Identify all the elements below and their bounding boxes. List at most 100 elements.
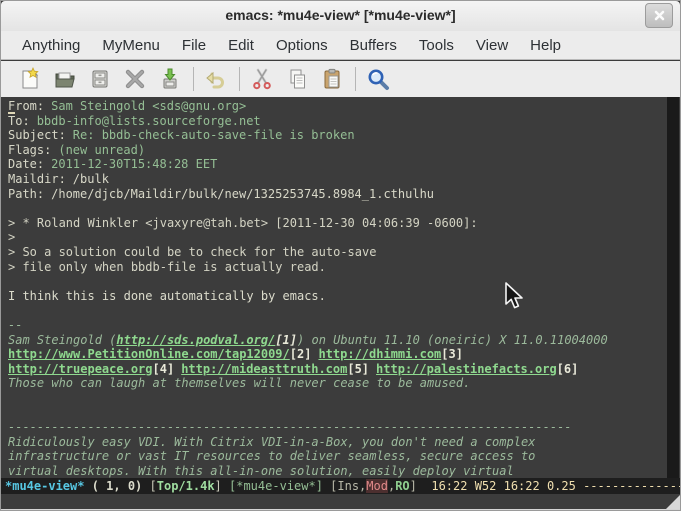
header-to: To: bbdb-info@lists.sourceforge.net: [8, 114, 660, 129]
title-bar: emacs: *mu4e-view* [*mu4e-view*]: [1, 1, 680, 32]
quoted-line: >: [8, 230, 660, 245]
header-label: Maildir:: [8, 172, 66, 186]
sig-text: Sam Steingold (: [8, 333, 116, 347]
undo-icon: [204, 67, 228, 91]
link-ref: [5]: [347, 362, 369, 376]
toolbar-separator: [239, 67, 240, 91]
header-value: 2011-12-30T15:48:28 EET: [51, 157, 217, 171]
search-icon: [366, 67, 391, 92]
header-value: /bulk: [73, 172, 109, 186]
cut-button[interactable]: [247, 65, 277, 93]
footer-line: infrastructure or vast IT resources to d…: [8, 449, 660, 464]
link-ref: [2]: [290, 347, 312, 361]
modeline-bracket: [: [150, 479, 157, 493]
close-buffer-icon: [123, 67, 147, 91]
resize-grip-icon[interactable]: [666, 495, 680, 509]
undo-button[interactable]: [201, 65, 231, 93]
blank-line: [8, 201, 660, 216]
modeline-buffer-name: *mu4e-view*: [5, 479, 84, 493]
signature-links-line: http://www.PetitionOnline.com/tap12009/[…: [8, 347, 660, 362]
quoted-line: > So a solution could be to check for th…: [8, 245, 660, 260]
header-subject: Subject:Re: bbdb-check-auto-save-file is…: [8, 128, 660, 143]
new-file-icon: [18, 67, 42, 91]
link-mideasttruth[interactable]: http://mideasttruth.com: [181, 362, 347, 376]
header-label: From:: [8, 99, 44, 113]
link-ref: [1]: [275, 333, 297, 347]
header-maildir: Maildir: /bulk: [8, 172, 660, 187]
toolbar-separator: [193, 67, 194, 91]
modeline-modified-flag: Mod: [366, 479, 388, 493]
emacs-window: emacs: *mu4e-view* [*mu4e-view*] Anythin…: [0, 0, 681, 511]
header-flags: Flags:(new unread): [8, 143, 660, 158]
import-button[interactable]: [155, 65, 185, 93]
modeline-flags: [Ins,: [323, 479, 366, 493]
signature-links-line: http://truepeace.org[4] http://mideasttru…: [8, 362, 660, 377]
blank-line: [8, 274, 660, 289]
modeline-time-info: 16:22 W52 16:22 0.25: [431, 479, 583, 493]
body-line: I think this is done automatically by em…: [8, 289, 660, 304]
header-path: Path:/home/djcb/Maildir/bulk/new/1325253…: [8, 187, 660, 202]
header-date: Date: 2011-12-30T15:48:28 EET: [8, 157, 660, 172]
import-icon: [158, 67, 182, 91]
header-label: Path:: [8, 187, 44, 201]
menu-anything[interactable]: Anything: [11, 34, 91, 57]
signature-dashes: --: [8, 318, 660, 333]
close-buffer-button[interactable]: [120, 65, 150, 93]
save-button[interactable]: [85, 65, 115, 93]
close-button[interactable]: [645, 3, 673, 28]
modeline-flags: ]: [410, 479, 432, 493]
link-truepeace[interactable]: http://truepeace.org: [8, 362, 153, 376]
link-ref: [4]: [153, 362, 175, 376]
menu-help[interactable]: Help: [519, 34, 572, 57]
header-label: Flags:: [8, 143, 51, 157]
signature-line: Sam Steingold (http://sds.podval.org/[1]…: [8, 333, 660, 348]
blank-line: [8, 303, 660, 318]
header-from: From: Sam Steingold <sds@gnu.org>: [8, 99, 660, 114]
cut-icon: [250, 67, 274, 91]
header-label: To:: [8, 114, 30, 128]
footer-line: virtual desktops. With this all-in-one s…: [8, 464, 660, 478]
open-folder-icon: [53, 67, 77, 91]
modeline-buffer-ref: [*mu4e-view*]: [229, 479, 323, 493]
quoted-line: > * Roland Winkler <jvaxyre@tah.bet> [20…: [8, 216, 660, 231]
link-ref: [3]: [441, 347, 463, 361]
header-value: Re: bbdb-check-auto-save-file is broken: [73, 128, 355, 142]
menu-options[interactable]: Options: [265, 34, 339, 57]
blank-line: [8, 405, 660, 420]
paste-button[interactable]: [317, 65, 347, 93]
link-ref: [6]: [557, 362, 579, 376]
open-button[interactable]: [50, 65, 80, 93]
mu4e-view-buffer[interactable]: From: Sam Steingold <sds@gnu.org> To: bbdb…: [1, 97, 680, 478]
footer-line: Ridiculously easy VDI. With Citrix VDI-i…: [8, 435, 660, 450]
copy-icon: [285, 67, 309, 91]
quoted-line: > file only when bbdb-file is actually r…: [8, 260, 660, 275]
modeline-position: ( 1, 0): [84, 479, 149, 493]
header-value: Sam Steingold <sds@gnu.org>: [51, 99, 246, 113]
modeline-bracket: ]: [215, 479, 229, 493]
link-dhimmi[interactable]: http://dhimmi.com: [318, 347, 441, 361]
link-sds-podval[interactable]: http://sds.podval.org/: [116, 333, 275, 347]
tool-bar: [1, 61, 680, 97]
modeline-dashes: -----------------: [583, 479, 680, 493]
mode-line: *mu4e-view* ( 1, 0) [Top/1.4k] [*mu4e-vi…: [1, 478, 680, 494]
sig-text: ) on Ubuntu 11.10 (oneiric) X 11.0.11004…: [297, 333, 608, 347]
header-label: Date:: [8, 157, 44, 171]
menu-tools[interactable]: Tools: [408, 34, 465, 57]
vertical-scrollbar[interactable]: [667, 97, 679, 478]
new-file-button[interactable]: [15, 65, 45, 93]
link-petitiononline[interactable]: http://www.PetitionOnline.com/tap12009/: [8, 347, 290, 361]
signature-quote: Those who can laugh at themselves will n…: [8, 376, 660, 391]
menu-buffers[interactable]: Buffers: [339, 34, 408, 57]
menu-view[interactable]: View: [465, 34, 519, 57]
link-palestinefacts[interactable]: http://palestinefacts.org: [376, 362, 557, 376]
modeline-scroll-position: Top/1.4k: [157, 479, 215, 493]
search-button[interactable]: [363, 65, 393, 93]
window-title: emacs: *mu4e-view* [*mu4e-view*]: [1, 7, 680, 23]
paste-icon: [320, 67, 344, 91]
menu-mymenu[interactable]: MyMenu: [91, 34, 171, 57]
header-value: bbdb-info@lists.sourceforge.net: [37, 114, 261, 128]
menu-edit[interactable]: Edit: [217, 34, 265, 57]
echo-area[interactable]: [1, 494, 680, 511]
copy-button[interactable]: [282, 65, 312, 93]
menu-file[interactable]: File: [171, 34, 217, 57]
